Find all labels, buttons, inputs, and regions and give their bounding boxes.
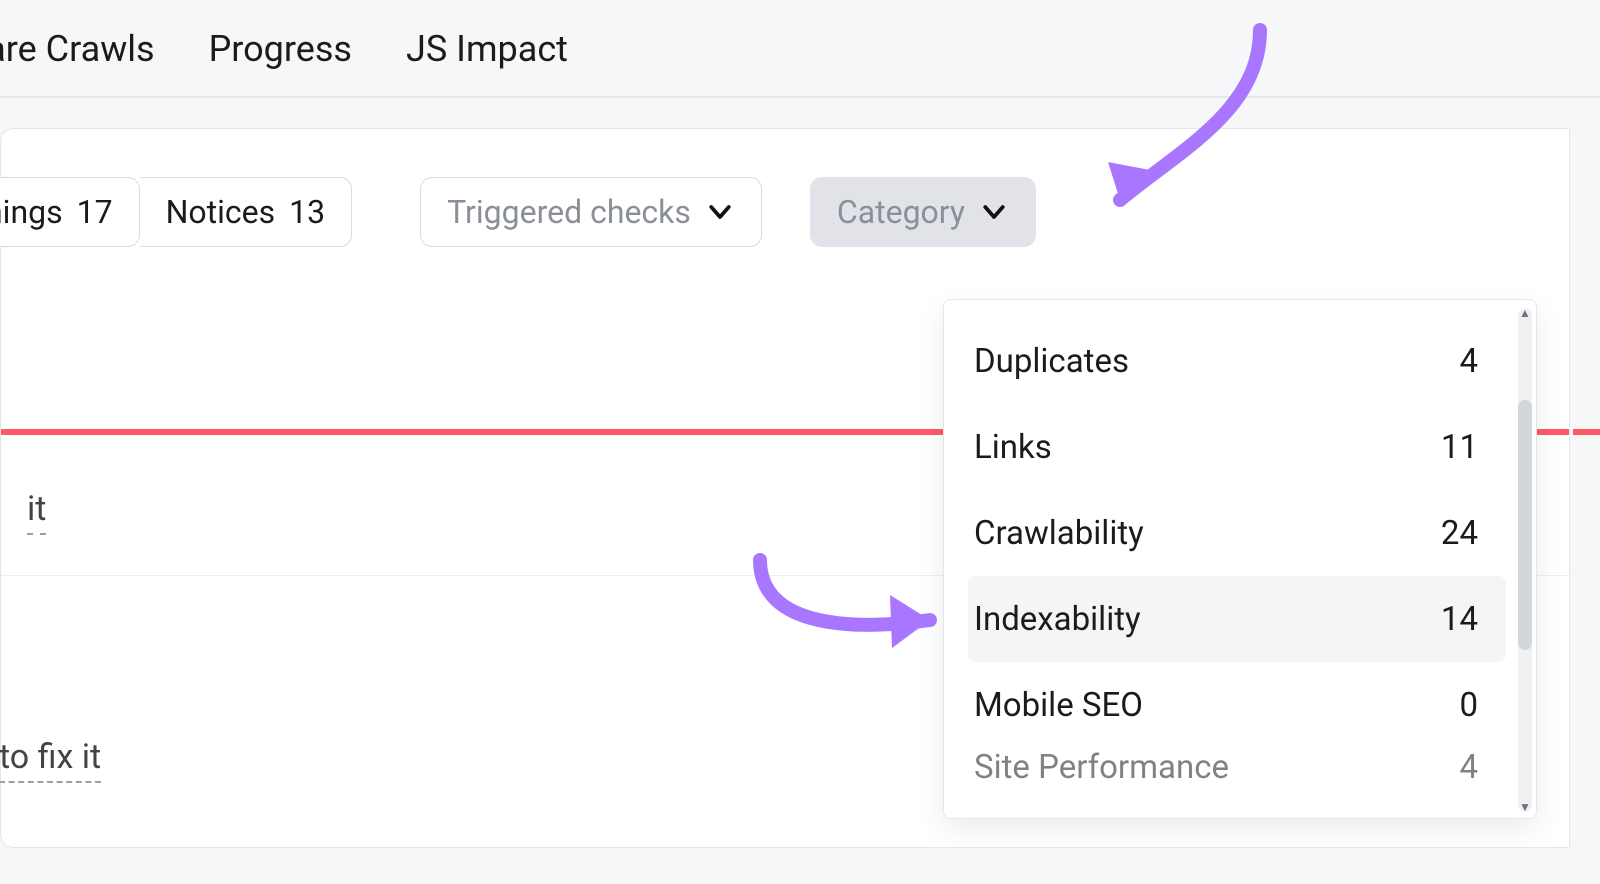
category-dropdown-list: Duplicates 4 Links 11 Crawlability 24 In… (944, 300, 1536, 802)
category-option-count: 11 (1441, 428, 1500, 467)
filter-category[interactable]: Category (810, 177, 1036, 247)
tab-js-impact[interactable]: JS Impact (406, 28, 568, 70)
filter-warnings[interactable]: nings 17 (0, 177, 140, 247)
issues-panel: nings 17 Notices 13 Triggered checks Cat… (0, 128, 1570, 848)
how-to-fix-link-fragment[interactable]: it (27, 489, 46, 535)
filter-triggered-checks[interactable]: Triggered checks (420, 177, 762, 247)
category-option-label: Links (974, 428, 1052, 467)
category-option-label: Crawlability (974, 514, 1144, 553)
scrollbar-thumb[interactable] (1518, 400, 1532, 650)
chevron-down-icon (979, 197, 1009, 227)
filter-warnings-label: nings (0, 193, 63, 231)
category-option-count: 4 (1459, 342, 1500, 381)
category-option-label: Mobile SEO (974, 686, 1143, 725)
chevron-down-icon (705, 197, 735, 227)
category-dropdown: Duplicates 4 Links 11 Crawlability 24 In… (943, 299, 1537, 819)
filter-warnings-count: 17 (77, 193, 113, 231)
category-option-crawlability[interactable]: Crawlability 24 (968, 490, 1506, 576)
category-option-site-performance[interactable]: Site Performance 4 (968, 748, 1506, 802)
tab-compare-crawls[interactable]: pare Crawls (0, 28, 155, 70)
error-divider-line-right (1573, 429, 1600, 435)
category-option-mobile-seo[interactable]: Mobile SEO 0 (968, 662, 1506, 748)
filter-notices-label: Notices (166, 193, 276, 231)
category-option-count: 24 (1441, 514, 1500, 553)
scroll-down-icon[interactable]: ▼ (1518, 800, 1532, 814)
category-option-links[interactable]: Links 11 (968, 404, 1506, 490)
category-option-count: 14 (1441, 600, 1500, 639)
tab-divider (0, 96, 1600, 98)
category-option-label: Duplicates (974, 342, 1129, 381)
filter-notices-count: 13 (289, 193, 325, 231)
tabs-row: pare Crawls Progress JS Impact (0, 0, 1600, 88)
filter-notices[interactable]: Notices 13 (140, 177, 353, 247)
category-option-label: Indexability (974, 600, 1141, 639)
category-option-duplicates[interactable]: Duplicates 4 (968, 318, 1506, 404)
filter-triggered-label: Triggered checks (447, 193, 691, 231)
category-option-count: 0 (1459, 686, 1500, 725)
dropdown-scrollbar[interactable]: ▲ ▼ (1518, 308, 1532, 812)
filter-row: nings 17 Notices 13 Triggered checks Cat… (0, 177, 1569, 247)
tab-progress[interactable]: Progress (209, 28, 352, 70)
scroll-up-icon[interactable]: ▲ (1518, 306, 1532, 320)
category-option-label: Site Performance (974, 748, 1229, 787)
how-to-fix-link[interactable]: to fix it (0, 737, 101, 783)
filter-category-label: Category (837, 193, 965, 231)
category-option-count: 4 (1459, 748, 1500, 787)
category-option-indexability[interactable]: Indexability 14 (968, 576, 1506, 662)
